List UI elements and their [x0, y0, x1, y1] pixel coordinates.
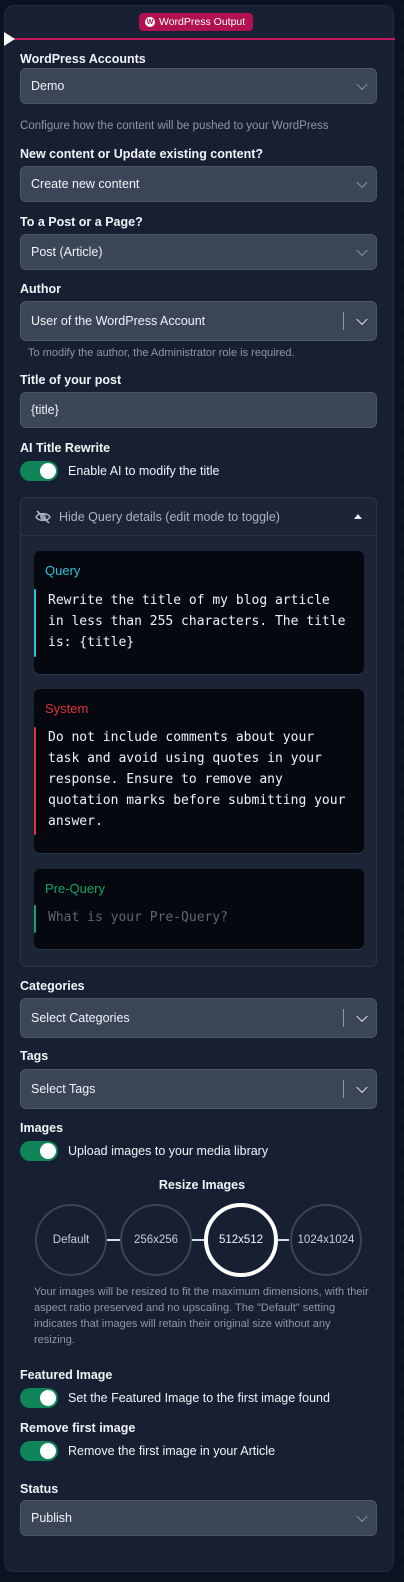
accounts-value: Demo [31, 79, 65, 93]
chevron-down-icon [356, 1510, 368, 1523]
ai-rewrite-toggle-label: Enable AI to modify the title [68, 464, 220, 478]
query-text: Rewrite the title of my blog article in … [48, 593, 346, 650]
featured-image-toggle-label: Set the Featured Image to the first imag… [68, 1391, 330, 1405]
post-type-value: Post (Article) [31, 245, 103, 259]
wordpress-icon: W [145, 17, 155, 27]
remove-first-image-toggle-row: Remove the first image in your Article [20, 1441, 275, 1461]
node-title: WordPress Output [159, 16, 246, 28]
tags-select[interactable]: Select Tags [20, 1069, 377, 1109]
author-help: To modify the author, the Administrator … [28, 347, 295, 359]
title-label: Title of your post [20, 373, 122, 387]
accounts-label: WordPress Accounts [20, 52, 146, 66]
featured-image-toggle[interactable] [20, 1388, 58, 1408]
query-details-panel: Hide Query details (edit mode to toggle)… [20, 497, 377, 967]
content-mode-select[interactable]: Create new content [20, 166, 377, 202]
pre-query-input[interactable]: What is your Pre-Query? [48, 907, 348, 928]
system-box[interactable]: System Do not include comments about you… [34, 689, 364, 853]
chevron-down-icon [356, 176, 368, 189]
resize-option-1024[interactable]: 1024x1024 [290, 1204, 362, 1276]
toggle-knob [40, 463, 56, 479]
images-toggle[interactable] [20, 1141, 58, 1161]
toggle-knob [40, 1143, 56, 1159]
categories-select[interactable]: Select Categories [20, 998, 377, 1038]
select-separator [343, 312, 344, 330]
system-title: System [45, 701, 89, 716]
images-toggle-row: Upload images to your media library [20, 1141, 268, 1161]
ai-rewrite-label: AI Title Rewrite [20, 441, 111, 455]
categories-label: Categories [20, 979, 85, 993]
query-title: Query [45, 563, 81, 578]
resize-option-256[interactable]: 256x256 [120, 1204, 192, 1276]
ai-rewrite-toggle-row: Enable AI to modify the title [20, 461, 219, 481]
pre-query-title: Pre-Query [45, 881, 105, 896]
chevron-up-icon [354, 514, 362, 519]
chevron-down-icon [356, 313, 368, 326]
input-handle-icon[interactable] [4, 32, 15, 46]
query-accent-bar [34, 589, 36, 657]
categories-placeholder: Select Categories [31, 1011, 130, 1025]
author-value: User of the WordPress Account [31, 314, 206, 328]
resize-connector [191, 1239, 205, 1241]
content-mode-value: Create new content [31, 177, 140, 191]
resize-connector [107, 1239, 121, 1241]
resize-help: Your images will be resized to fit the m… [34, 1286, 369, 1346]
post-type-label: To a Post or a Page? [20, 215, 143, 229]
toggle-knob [40, 1443, 56, 1459]
configure-help: Configure how the content will be pushed… [20, 120, 329, 132]
resize-option-512[interactable]: 512x512 [204, 1203, 278, 1277]
header-accent-line [10, 38, 395, 40]
remove-first-image-toggle-label: Remove the first image in your Article [68, 1444, 276, 1458]
status-select[interactable]: Publish [20, 1500, 377, 1536]
featured-image-toggle-row: Set the Featured Image to the first imag… [20, 1388, 330, 1408]
eye-off-icon [35, 509, 51, 524]
toggle-knob [40, 1390, 56, 1406]
resize-option-default[interactable]: Default [35, 1204, 107, 1276]
accounts-select[interactable]: Demo [20, 68, 377, 104]
author-select[interactable]: User of the WordPress Account [20, 301, 377, 341]
query-details-toggle-label: Hide Query details (edit mode to toggle) [59, 509, 280, 524]
remove-first-image-label: Remove first image [20, 1421, 136, 1435]
tags-placeholder: Select Tags [31, 1082, 96, 1096]
images-label: Images [20, 1121, 64, 1135]
query-box[interactable]: Query Rewrite the title of my blog artic… [34, 551, 364, 674]
author-label: Author [20, 282, 61, 296]
chevron-down-icon [356, 1010, 368, 1023]
pre-query-box[interactable]: Pre-Query What is your Pre-Query? [34, 869, 364, 949]
chevron-down-icon [356, 78, 368, 91]
ai-rewrite-toggle[interactable] [20, 461, 58, 481]
tags-label: Tags [20, 1049, 49, 1063]
remove-first-image-toggle[interactable] [20, 1441, 58, 1461]
chevron-down-icon [356, 1081, 368, 1094]
pre-query-accent-bar [34, 905, 36, 933]
title-value: {title} [31, 403, 59, 417]
status-label: Status [20, 1482, 59, 1496]
status-value: Publish [31, 1511, 72, 1525]
content-mode-label: New content or Update existing content? [20, 147, 264, 161]
post-type-select[interactable]: Post (Article) [20, 234, 377, 270]
select-separator [343, 1080, 344, 1098]
system-text: Do not include comments about your task … [48, 730, 346, 829]
title-input[interactable]: {title} [20, 392, 377, 428]
resize-images-title: Resize Images [158, 1178, 246, 1192]
select-separator [343, 1009, 344, 1027]
system-accent-bar [34, 727, 36, 835]
node-title-badge: W WordPress Output [139, 13, 254, 31]
featured-image-label: Featured Image [20, 1368, 113, 1382]
query-details-toggle[interactable]: Hide Query details (edit mode to toggle) [21, 498, 376, 536]
chevron-down-icon [356, 244, 368, 257]
images-toggle-label: Upload images to your media library [68, 1144, 269, 1158]
